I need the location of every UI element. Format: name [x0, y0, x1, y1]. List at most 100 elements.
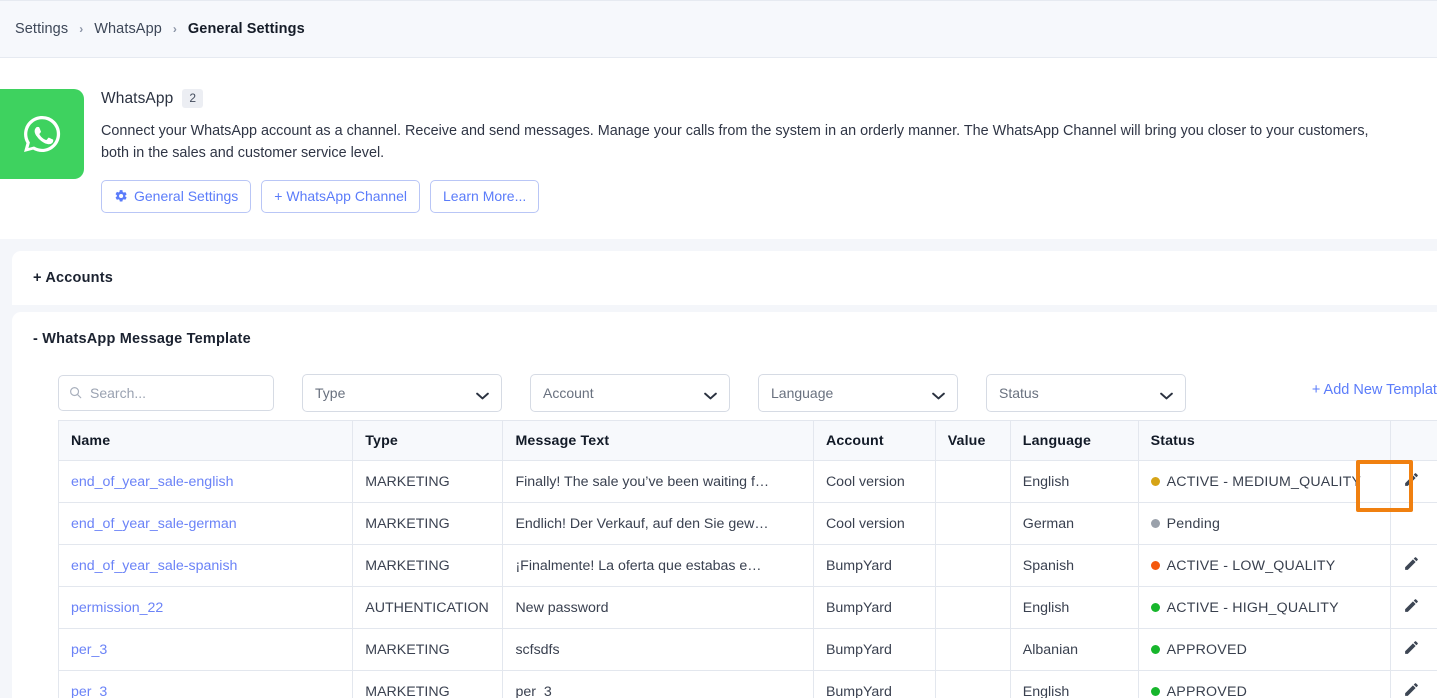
- cell-message-text: per_3: [502, 670, 814, 698]
- cell-language: Albanian: [1009, 628, 1139, 671]
- column-header-account[interactable]: Account: [812, 420, 936, 461]
- status-label: ACTIVE - LOW_QUALITY: [1166, 557, 1336, 574]
- column-header-edit: [1390, 420, 1437, 461]
- status-label: ACTIVE - HIGH_QUALITY: [1166, 599, 1339, 616]
- cell-language: English: [1009, 460, 1139, 503]
- cell-status: APPROVED: [1137, 628, 1392, 671]
- cell-account: BumpYard: [812, 586, 936, 629]
- cell-account: BumpYard: [812, 670, 936, 698]
- table-row: per_3 MARKETING scfsdfs BumpYard Albanian APP…: [57, 628, 1437, 671]
- chevron-down-icon: [932, 388, 945, 406]
- add-whatsapp-channel-button[interactable]: + WhatsApp Channel: [261, 180, 420, 213]
- general-settings-button[interactable]: General Settings: [101, 180, 252, 213]
- add-whatsapp-channel-button-label: + WhatsApp Channel: [274, 188, 407, 204]
- template-name-link[interactable]: end_of_year_sale-spanish: [71, 558, 237, 574]
- status-label: Pending: [1166, 515, 1221, 532]
- language-filter-select[interactable]: Language: [758, 374, 958, 412]
- cell-edit[interactable]: [1390, 460, 1437, 503]
- cell-type: MARKETING: [352, 502, 504, 545]
- cell-name: end_of_year_sale-spanish: [57, 544, 354, 587]
- cell-edit[interactable]: [1390, 502, 1437, 545]
- table-row: end_of_year_sale-spanish MARKETING ¡Finalm…: [57, 544, 1437, 587]
- channel-title: WhatsApp: [101, 89, 174, 107]
- template-name-link[interactable]: permission_22: [71, 600, 163, 616]
- cell-value: [934, 502, 1011, 545]
- edit-icon[interactable]: [1403, 639, 1420, 656]
- search-input[interactable]: [58, 375, 274, 411]
- cell-name: per_3: [57, 670, 354, 698]
- cell-language: German: [1009, 502, 1139, 545]
- cell-edit[interactable]: [1390, 628, 1437, 671]
- channel-count-badge: 2: [182, 89, 203, 108]
- table-row: permission_22 AUTHENTICATION New password B…: [57, 586, 1437, 629]
- cell-name: end_of_year_sale-german: [57, 502, 354, 545]
- status-filter-select[interactable]: Status: [986, 374, 1186, 412]
- chevron-down-icon: [704, 388, 717, 406]
- template-name-link[interactable]: end_of_year_sale-german: [71, 516, 237, 532]
- chevron-right-icon: ›: [79, 22, 84, 36]
- cell-status: Pending: [1137, 502, 1392, 545]
- cell-name: permission_22: [57, 586, 354, 629]
- gear-icon: [114, 189, 128, 203]
- edit-icon[interactable]: [1403, 597, 1420, 614]
- cell-message-text: New password: [502, 586, 814, 629]
- column-header-message-text[interactable]: Message Text: [502, 420, 814, 461]
- channel-action-buttons: General Settings + WhatsApp Channel Lear…: [101, 180, 1437, 213]
- cell-message-text: scfsdfs: [502, 628, 814, 671]
- template-table: Name Type Message Text Account Value Lan…: [57, 420, 1437, 698]
- accounts-panel-title[interactable]: + Accounts: [12, 251, 1437, 305]
- template-name-link[interactable]: end_of_year_sale-english: [71, 474, 233, 490]
- status-dot: [1150, 561, 1160, 570]
- account-filter-label: Account: [543, 385, 594, 401]
- cell-type: AUTHENTICATION: [352, 586, 504, 629]
- search-icon: [68, 385, 83, 405]
- edit-icon[interactable]: [1403, 681, 1420, 698]
- add-new-template-link[interactable]: + Add New Template: [1312, 382, 1437, 398]
- column-header-name[interactable]: Name: [57, 420, 354, 461]
- column-header-language[interactable]: Language: [1009, 420, 1139, 461]
- page-root: Settings › WhatsApp › General Settings W…: [0, 0, 1437, 698]
- cell-name: per_3: [57, 628, 354, 671]
- accounts-panel: + Accounts: [12, 251, 1437, 305]
- status-label: APPROVED: [1166, 683, 1248, 698]
- whatsapp-card-body: WhatsApp 2 Connect your WhatsApp account…: [84, 86, 1437, 213]
- cell-type: MARKETING: [352, 544, 504, 587]
- status-dot: [1150, 519, 1160, 528]
- template-name-link[interactable]: per_3: [71, 684, 107, 698]
- language-filter-label: Language: [771, 385, 834, 401]
- cell-edit[interactable]: [1390, 586, 1437, 629]
- type-filter-select[interactable]: Type: [302, 374, 502, 412]
- status-label: ACTIVE - MEDIUM_QUALITY: [1166, 473, 1362, 490]
- learn-more-button[interactable]: Learn More...: [430, 180, 540, 213]
- table-row: end_of_year_sale-english MARKETING Finally…: [57, 460, 1437, 503]
- cell-value: [934, 628, 1011, 671]
- table-header-row: Name Type Message Text Account Value Lan…: [57, 420, 1437, 461]
- cell-status: ACTIVE - HIGH_QUALITY: [1137, 586, 1392, 629]
- column-header-status[interactable]: Status: [1137, 420, 1392, 461]
- learn-more-button-label: Learn More...: [443, 188, 527, 204]
- column-header-type[interactable]: Type: [352, 420, 504, 461]
- message-template-panel: - WhatsApp Message Template Type: [12, 312, 1437, 698]
- cell-language: English: [1009, 670, 1139, 698]
- breadcrumb-item-settings[interactable]: Settings: [15, 21, 68, 37]
- edit-icon[interactable]: [1403, 471, 1420, 488]
- cell-edit[interactable]: [1390, 544, 1437, 587]
- template-name-link[interactable]: per_3: [71, 642, 107, 658]
- cell-value: [934, 586, 1011, 629]
- breadcrumb-item-whatsapp[interactable]: WhatsApp: [94, 21, 162, 37]
- edit-icon[interactable]: [1403, 555, 1420, 572]
- status-dot: [1150, 603, 1160, 612]
- status-dot: [1150, 645, 1160, 654]
- message-template-panel-title[interactable]: - WhatsApp Message Template: [12, 312, 1437, 366]
- table-row: end_of_year_sale-german MARKETING Endlich!…: [57, 502, 1437, 545]
- cell-message-text: Finally! The sale you’ve been waiting f…: [502, 460, 814, 503]
- breadcrumb-item-general-settings: General Settings: [187, 21, 305, 37]
- account-filter-select[interactable]: Account: [530, 374, 730, 412]
- cell-language: English: [1009, 586, 1139, 629]
- cell-edit[interactable]: [1390, 670, 1437, 698]
- status-label: APPROVED: [1166, 641, 1248, 658]
- whatsapp-icon: [0, 89, 84, 179]
- cell-account: Cool version: [812, 502, 936, 545]
- type-filter-label: Type: [315, 385, 346, 401]
- column-header-value[interactable]: Value: [934, 420, 1011, 461]
